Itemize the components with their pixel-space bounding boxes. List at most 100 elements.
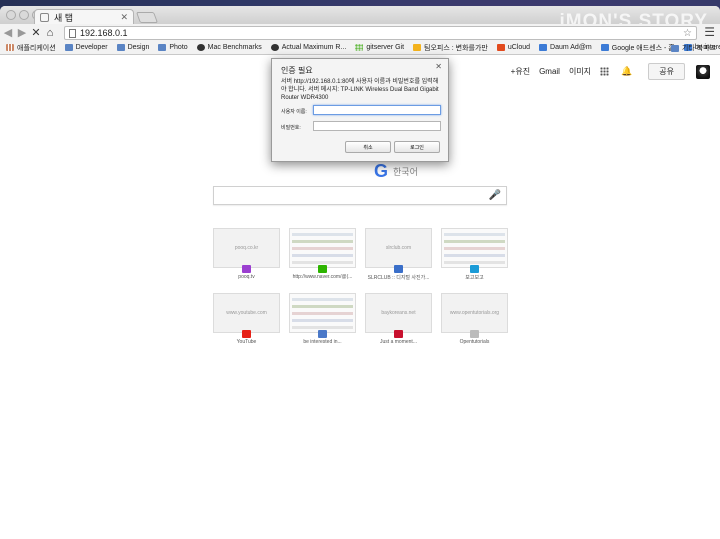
page-icon: [69, 28, 76, 38]
bookmarks-bar: 애플리케이션 Developer Design Photo Mac Benchmarks…: [0, 41, 720, 55]
bookmark-label: Design: [127, 44, 150, 51]
bookmark-item[interactable]: Mac Benchmarks: [196, 44, 262, 51]
thumbnail-content: [292, 240, 353, 243]
most-visited-tile[interactable]: pooq.co.kr pooq.tv: [213, 228, 280, 280]
dialog-message: 서버 http://192.168.0.1:80에 사용자 이름과 비밀번호를 …: [281, 79, 439, 101]
site-favicon-icon: [318, 265, 327, 273]
most-visited-tile[interactable]: www.opentutorials.org Opentutorials: [441, 293, 508, 345]
other-bookmarks[interactable]: 기타 북마크: [670, 43, 716, 53]
close-icon[interactable]: ✕: [120, 12, 128, 23]
tile-thumbnail: [289, 293, 356, 333]
site-favicon-icon: [470, 265, 479, 273]
bookmark-label: 애플리케이션: [17, 44, 56, 52]
back-icon[interactable]: ◀: [2, 26, 14, 39]
favicon-icon: [600, 44, 609, 51]
share-button[interactable]: 공유: [648, 63, 685, 80]
bell-icon[interactable]: 🔔: [621, 66, 632, 77]
folder-icon: [158, 44, 167, 51]
tile-label: 보고보고: [465, 275, 484, 281]
tile-thumbnail: baykoreans.net: [365, 293, 432, 333]
google-logo: G 한국어: [374, 161, 418, 182]
star-icon[interactable]: ☆: [683, 28, 692, 39]
bookmark-label: Mac Benchmarks: [207, 44, 262, 51]
most-visited-tile[interactable]: http://www.naver.com/@(...: [289, 228, 356, 280]
home-icon[interactable]: ⌂: [44, 27, 56, 39]
most-visited-tile[interactable]: baykoreans.net Just a moment...: [365, 293, 432, 345]
most-visited-tile[interactable]: www.youtube.com YouTube: [213, 293, 280, 345]
toolbar: ◀ ▶ ✕ ⌂ 192.168.0.1 ☆ ☰: [0, 24, 720, 41]
tile-label: Opentutorials: [459, 339, 490, 345]
login-button[interactable]: 로그인: [394, 141, 440, 153]
apps-grid-icon[interactable]: [600, 67, 610, 76]
bookmark-label: Daum Ad@m: [550, 44, 592, 51]
bookmark-label: Google 애드센스 - 홈: [611, 44, 675, 52]
password-label: 비밀번호:: [281, 125, 301, 131]
thumbnail-content: [444, 261, 505, 264]
tile-thumbnail: slrclub.com: [365, 228, 432, 268]
bookmark-item[interactable]: Developer: [64, 44, 108, 51]
search-input[interactable]: 🎤: [213, 186, 507, 205]
avatar[interactable]: [696, 64, 710, 79]
tile-domain: www.opentutorials.org: [449, 310, 500, 316]
thumbnail-content: [292, 298, 353, 301]
minimize-window-button[interactable]: [19, 10, 29, 20]
other-bookmarks-label: 기타 북마크: [681, 45, 716, 52]
tile-label: YouTube: [236, 339, 257, 345]
thumbnail-content: [292, 305, 353, 308]
plus-link[interactable]: +유진: [511, 66, 530, 77]
favicon-icon: [496, 44, 505, 51]
close-icon[interactable]: ✕: [435, 62, 442, 71]
site-favicon-icon: [394, 330, 403, 338]
password-field[interactable]: [313, 121, 441, 131]
bookmark-label: 팀오피스 : 변화를가만: [424, 44, 488, 52]
tab-new-tab[interactable]: 새 탭 ✕: [34, 9, 134, 25]
tile-domain: www.youtube.com: [226, 310, 267, 316]
cancel-button[interactable]: 취소: [345, 141, 391, 153]
most-visited-tile[interactable]: 보고보고: [441, 228, 508, 281]
thumbnail-content: [292, 261, 353, 264]
favicon-icon: [196, 44, 205, 51]
tile-domain: pooq.co.kr: [234, 245, 259, 251]
auth-dialog: 인증 필요 ✕ 서버 http://192.168.0.1:80에 사용자 이름…: [271, 58, 449, 162]
bookmark-item[interactable]: Actual Maximum R...: [270, 44, 346, 51]
address-bar[interactable]: 192.168.0.1 ☆: [64, 26, 697, 40]
thumbnail-content: [444, 254, 505, 257]
title-bar: 새 탭 ✕ iMON'S STORY: [0, 6, 720, 32]
favicon-icon: [6, 44, 14, 51]
thumbnail-content: [292, 319, 353, 322]
bookmark-item[interactable]: Photo: [158, 44, 188, 51]
thumbnail-content: [292, 326, 353, 329]
bookmark-item[interactable]: 애플리케이션: [6, 43, 56, 53]
stop-icon[interactable]: ✕: [30, 26, 42, 39]
most-visited-tile[interactable]: slrclub.com SLRCLUB :: 디지털 사진가...: [365, 228, 432, 281]
tile-label: Just a moment...: [380, 339, 417, 345]
microphone-icon[interactable]: 🎤: [489, 190, 501, 201]
username-field[interactable]: [313, 105, 441, 115]
bookmark-item[interactable]: 팀오피스 : 변화를가만: [413, 43, 488, 53]
thumbnail-content: [292, 247, 353, 250]
bookmark-item[interactable]: gitserver Git: [355, 44, 404, 51]
address-text[interactable]: 192.168.0.1: [80, 28, 683, 38]
menu-icon[interactable]: ☰: [704, 25, 715, 39]
bookmark-item[interactable]: Google 애드센스 - 홈: [600, 43, 675, 53]
bookmark-item[interactable]: Daum Ad@m: [539, 44, 592, 51]
close-window-button[interactable]: [6, 10, 16, 20]
gmail-link[interactable]: Gmail: [539, 67, 560, 76]
new-tab-button[interactable]: [135, 12, 159, 23]
dialog-title: 인증 필요: [281, 66, 313, 75]
site-favicon-icon: [318, 330, 327, 338]
bookmark-label: gitserver Git: [366, 44, 405, 51]
site-favicon-icon: [242, 265, 251, 273]
site-favicon-icon: [394, 265, 403, 273]
bookmark-label: Developer: [75, 44, 108, 51]
page-icon: [40, 13, 49, 22]
forward-icon[interactable]: ▶: [16, 26, 28, 39]
tab-title: 새 탭: [54, 13, 74, 23]
most-visited-tile[interactable]: be interested in...: [289, 293, 356, 345]
bookmark-item[interactable]: Design: [116, 44, 150, 51]
images-link[interactable]: 이미지: [569, 66, 591, 77]
favicon-icon: [539, 44, 548, 51]
browser-window: 새 탭 ✕ iMON'S STORY ◀ ▶ ✕ ⌂ 192.168.0.1 ☆…: [0, 6, 720, 539]
bookmark-item[interactable]: uCloud: [496, 44, 530, 51]
folder-icon: [64, 44, 73, 51]
